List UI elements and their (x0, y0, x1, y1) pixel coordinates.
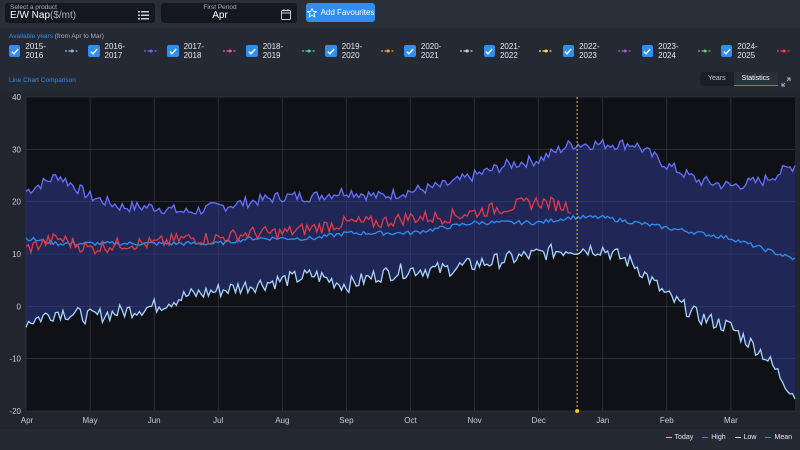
legend-low[interactable]: Low (734, 434, 756, 441)
x-tick-label: Feb (660, 416, 674, 425)
year-line-swatch (222, 49, 237, 53)
year-label: 2016-2017 (104, 42, 125, 60)
year-label: 2017-2018 (183, 42, 205, 60)
year-label: 2018-2019 (262, 42, 284, 60)
checkbox-icon[interactable] (9, 45, 21, 57)
checkbox-icon[interactable] (404, 45, 416, 57)
checkbox-icon[interactable] (88, 45, 100, 57)
x-tick-label: Jun (148, 416, 161, 425)
today-marker-dot (575, 409, 580, 413)
year-label: 2020-2021 (420, 42, 442, 60)
tab-years[interactable]: Years (700, 72, 734, 86)
view-toggle: Years Statistics (700, 72, 778, 86)
year-item-2023-2024[interactable]: 2023-2024 (641, 42, 711, 60)
year-label: 2021-2022 (499, 42, 521, 60)
add-favourites-label: Add Favourites (320, 8, 375, 17)
x-tick-label: Oct (404, 416, 417, 425)
product-select[interactable]: Select a product E/W Nap($/mt) (5, 3, 155, 23)
y-tick-label: 0 (17, 302, 22, 311)
year-item-2016-2017[interactable]: 2016-2017 (88, 42, 158, 60)
product-value: E/W Nap($/mt) (10, 10, 77, 21)
year-item-2024-2025[interactable]: 2024-2025 (720, 42, 790, 60)
year-line-swatch (618, 49, 632, 53)
year-item-2018-2019[interactable]: 2018-2019 (246, 42, 316, 60)
calendar-icon[interactable] (281, 7, 291, 25)
checkbox-icon[interactable] (325, 45, 337, 57)
star-icon (306, 7, 317, 18)
x-tick-label: Jul (213, 416, 223, 425)
year-line-swatch (64, 49, 79, 53)
x-tick-label: Dec (532, 416, 546, 425)
first-period-value: Apr (212, 10, 228, 21)
year-item-2022-2023[interactable]: 2022-2023 (562, 42, 632, 60)
year-line-swatch (381, 49, 395, 53)
checkbox-icon[interactable] (246, 45, 258, 57)
chart-area: 40 30 20 10 0 -10 -20 Apr May Jun Jul Aug Sep Oct Nov D… (0, 92, 800, 429)
year-line-swatch (460, 49, 474, 53)
year-line-swatch (302, 49, 316, 53)
year-label: 2024-2025 (737, 42, 758, 60)
year-item-2019-2020[interactable]: 2019-2020 (325, 42, 395, 60)
year-item-2020-2021[interactable]: 2020-2021 (404, 42, 474, 60)
year-label: 2023-2024 (658, 42, 679, 60)
x-tick-label: Sep (339, 416, 354, 425)
first-period-select[interactable]: First Period Apr (161, 3, 297, 23)
checkbox-icon[interactable] (167, 45, 179, 57)
x-tick-label: Aug (275, 416, 289, 425)
x-tick-label: Apr (21, 416, 34, 425)
y-tick-label: 20 (12, 198, 21, 207)
y-tick-label: 40 (12, 93, 21, 102)
x-tick-label: May (83, 416, 98, 425)
x-tick-label: Nov (467, 416, 481, 425)
chart-title: Line Chart Comparison (9, 77, 76, 84)
x-tick-label: Mar (724, 416, 738, 425)
top-toolbar: Select a product E/W Nap($/mt) First Per… (0, 0, 800, 28)
year-label: 2022-2023 (579, 42, 600, 60)
checkbox-icon[interactable] (720, 45, 733, 57)
expand-icon[interactable] (781, 74, 791, 92)
legend-today[interactable]: Today (665, 434, 693, 441)
y-tick-label: 10 (12, 250, 21, 259)
legend-high[interactable]: High (702, 434, 726, 441)
year-line-swatch (697, 49, 711, 53)
tab-statistics[interactable]: Statistics (733, 72, 778, 86)
year-item-2015-2016[interactable]: 2015-2016 (9, 42, 79, 60)
y-tick-label: 30 (12, 145, 21, 154)
chart-legend: Today High Low Mean (665, 434, 792, 441)
year-label: 2019-2020 (341, 42, 363, 60)
y-tick-label: -20 (9, 407, 21, 416)
add-favourites-button[interactable]: Add Favourites (306, 3, 375, 22)
year-line-swatch (539, 49, 553, 53)
year-label: 2015-2016 (25, 42, 46, 60)
year-item-2017-2018[interactable]: 2017-2018 (167, 42, 237, 60)
checkbox-icon[interactable] (483, 45, 495, 57)
line-chart: 40 30 20 10 0 -10 -20Apr May Jun Jul Aug Sep Oct Nov D… (9, 93, 796, 425)
y-tick-label: -10 (9, 355, 21, 364)
checkbox-icon[interactable] (562, 45, 575, 57)
year-checkboxes: 2015-2016 2016-2017 2017-2018 2018-2019 2019… (9, 42, 800, 60)
checkbox-icon[interactable] (641, 45, 654, 57)
available-years-label: Available years (from Apr to Mar) (9, 33, 104, 40)
year-item-2021-2022[interactable]: 2021-2022 (483, 42, 553, 60)
year-line-swatch (143, 49, 158, 53)
year-line-swatch (776, 49, 790, 53)
list-icon[interactable] (138, 7, 149, 25)
x-tick-label: Jan (596, 416, 609, 425)
legend-mean[interactable]: Mean (765, 434, 792, 441)
